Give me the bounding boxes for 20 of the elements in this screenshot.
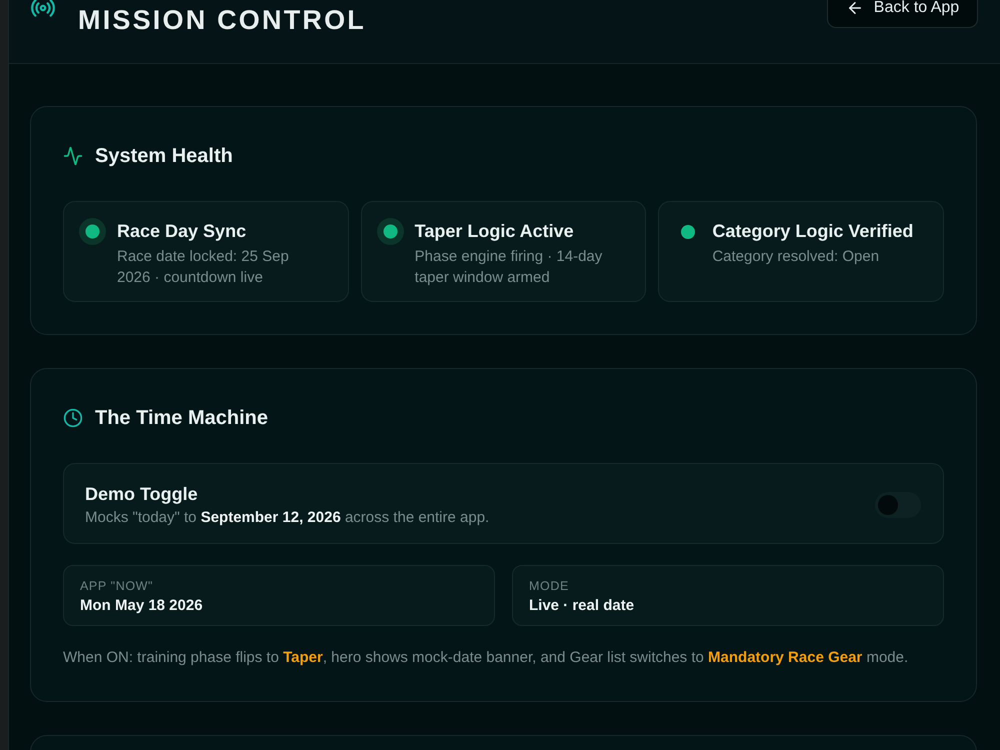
back-button[interactable]: Back to App [827, 0, 978, 28]
status-title: Category Logic Verified [712, 220, 914, 243]
clock-icon [63, 408, 83, 428]
toggle-description: Mocks "today" to September 12, 2026 across the entire app. [85, 508, 490, 528]
toggle-switch[interactable] [875, 492, 921, 518]
readout-value: Live · real date [529, 596, 636, 616]
pulse-icon [63, 146, 83, 166]
section-title: System Health [95, 144, 233, 168]
status-title: Race Day Sync [117, 220, 248, 243]
status-title: Taper Logic Active [414, 220, 575, 243]
status-detail: Race date locked: 25 Sep 2026 · countdown live [117, 247, 290, 288]
readout-label: APP "NOW" [80, 578, 154, 595]
readout-label: MODE [529, 578, 570, 595]
section-title: The Time Machine [95, 406, 268, 430]
status-detail: Category resolved: Open [712, 247, 880, 267]
readout-value: Mon May 18 2026 [80, 596, 204, 616]
toggle-label: Demo Toggle [85, 483, 199, 506]
page-title: MISSION CONTROL [78, 5, 366, 35]
status-detail: Phase engine firing · 14-day taper window armed [414, 247, 604, 288]
note-text: When ON: training phase flips to Taper, hero shows mock-date banner, and Gear list switches to Mandatory Race Gear mode. [63, 648, 910, 668]
